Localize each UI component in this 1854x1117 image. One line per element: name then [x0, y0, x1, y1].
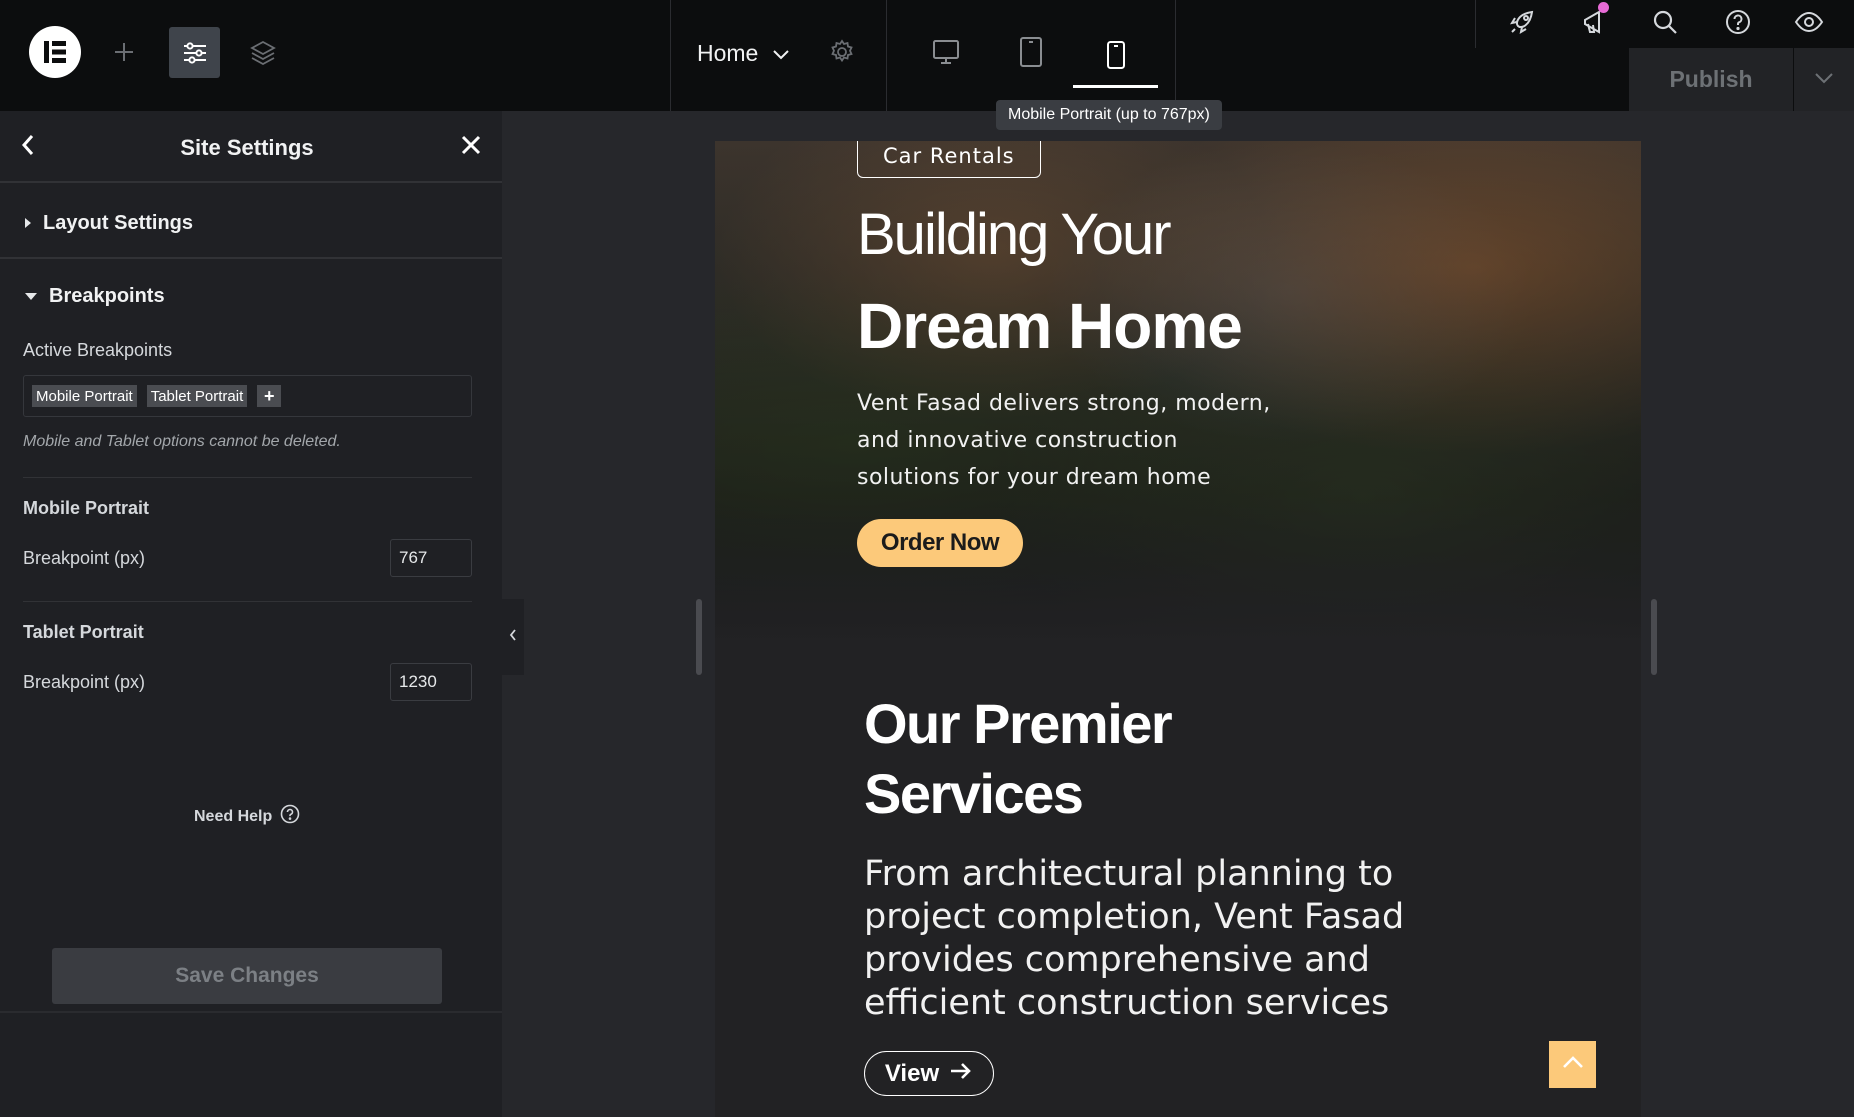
page-name: Home [697, 39, 759, 66]
divider [23, 477, 472, 478]
preview-button[interactable] [1788, 2, 1830, 42]
view-button[interactable]: View [864, 1051, 994, 1096]
question-circle-icon [280, 804, 300, 829]
search-button[interactable] [1645, 2, 1685, 42]
resize-handle-right[interactable] [1651, 599, 1657, 675]
search-icon [1651, 8, 1679, 36]
tablet-breakpoint-input[interactable] [390, 663, 472, 701]
toolbar-divider [1175, 0, 1176, 111]
structure-button[interactable] [240, 26, 286, 78]
save-changes-button[interactable]: Save Changes [52, 948, 442, 1004]
site-settings-button[interactable] [169, 27, 220, 78]
mobile-portrait-title: Mobile Portrait [23, 498, 150, 518]
active-breakpoints-label: Active Breakpoints [23, 340, 173, 360]
tablet-view-button[interactable] [1010, 30, 1052, 74]
need-help-link[interactable]: Need Help [194, 804, 300, 829]
toolbar-divider [1475, 0, 1476, 48]
publish-options-button[interactable] [1794, 48, 1854, 111]
plus-icon [113, 41, 135, 63]
chevron-up-icon [1562, 1055, 1584, 1074]
chevron-down-icon [1814, 71, 1834, 89]
scroll-to-top-button[interactable] [1549, 1041, 1596, 1088]
elementor-logo-icon[interactable] [29, 26, 81, 78]
site-launch-button[interactable] [1502, 2, 1542, 42]
mobile-breakpoint-label: Breakpoint (px) [23, 548, 146, 568]
panel-title: Site Settings [180, 135, 314, 160]
tablet-breakpoint-label: Breakpoint (px) [23, 672, 146, 692]
gear-icon [829, 39, 855, 65]
rocket-icon [1508, 8, 1536, 36]
layers-icon [250, 39, 276, 65]
panel-footer [0, 1011, 502, 1117]
view-label: View [884, 1059, 940, 1087]
top-bar: Home Mobile Portrait (up to 767px) Publi… [0, 0, 1854, 130]
active-breakpoints-field[interactable]: Mobile Portrait Tablet Portrait + [23, 375, 472, 417]
divider [23, 601, 472, 602]
mobile-icon [1106, 40, 1126, 70]
chevron-down-icon [772, 40, 790, 67]
device-tooltip: Mobile Portrait (up to 767px) [996, 100, 1222, 130]
services-title: Our Premier Services [864, 692, 1173, 825]
breakpoint-tag[interactable]: Mobile Portrait [32, 385, 137, 407]
breakpoints-section[interactable]: Breakpoints [0, 261, 502, 331]
order-now-button[interactable]: Order Now [857, 519, 1023, 567]
whats-new-button[interactable] [1574, 2, 1616, 42]
sliders-icon [182, 40, 208, 66]
services-description: From architectural planning to project c… [864, 854, 1405, 1023]
need-help-label: Need Help [194, 807, 273, 825]
toolbar-divider [670, 0, 671, 111]
desktop-icon [932, 39, 960, 65]
preview-canvas: Car Rentals Building Your Dream Home Ven… [715, 141, 1641, 1117]
section-title: Breakpoints [49, 284, 165, 307]
arrow-right-icon [949, 1060, 973, 1088]
caret-right-icon [25, 218, 31, 228]
resize-handle-left[interactable] [696, 599, 702, 675]
tablet-icon [1019, 36, 1043, 68]
mobile-view-button[interactable] [1073, 24, 1158, 88]
page-settings-button[interactable] [825, 30, 859, 74]
hero-description: Vent Fasad delivers strong, modern, and … [857, 391, 1271, 490]
close-icon [460, 134, 482, 161]
help-icon [1724, 8, 1752, 36]
publish-button[interactable]: Publish [1629, 48, 1793, 111]
section-title: Layout Settings [43, 211, 194, 234]
hero-title-line-2: Dream Home [857, 290, 1243, 362]
desktop-view-button[interactable] [925, 30, 967, 74]
chevron-left-icon [509, 628, 517, 646]
collapse-panel-button[interactable] [502, 599, 524, 675]
panel-header: Site Settings [0, 111, 502, 183]
breakpoint-tag[interactable]: Tablet Portrait [146, 385, 248, 407]
caret-down-icon [25, 292, 37, 300]
close-button[interactable] [455, 131, 487, 163]
notification-dot [1598, 2, 1609, 13]
tablet-portrait-title: Tablet Portrait [23, 622, 144, 642]
add-element-button[interactable] [104, 26, 144, 78]
add-breakpoint-button[interactable]: + [257, 385, 282, 407]
layout-settings-section[interactable]: Layout Settings [0, 189, 502, 259]
toolbar-divider [886, 0, 887, 111]
car-rentals-tag[interactable]: Car Rentals [857, 141, 1041, 178]
mobile-breakpoint-input[interactable] [390, 539, 472, 577]
eye-icon [1794, 11, 1824, 33]
page-selector[interactable]: Home [697, 33, 790, 73]
help-button[interactable] [1718, 2, 1758, 42]
breakpoints-note: Mobile and Tablet options cannot be dele… [23, 433, 341, 450]
hero-title-line-1: Building Your [857, 202, 1172, 267]
